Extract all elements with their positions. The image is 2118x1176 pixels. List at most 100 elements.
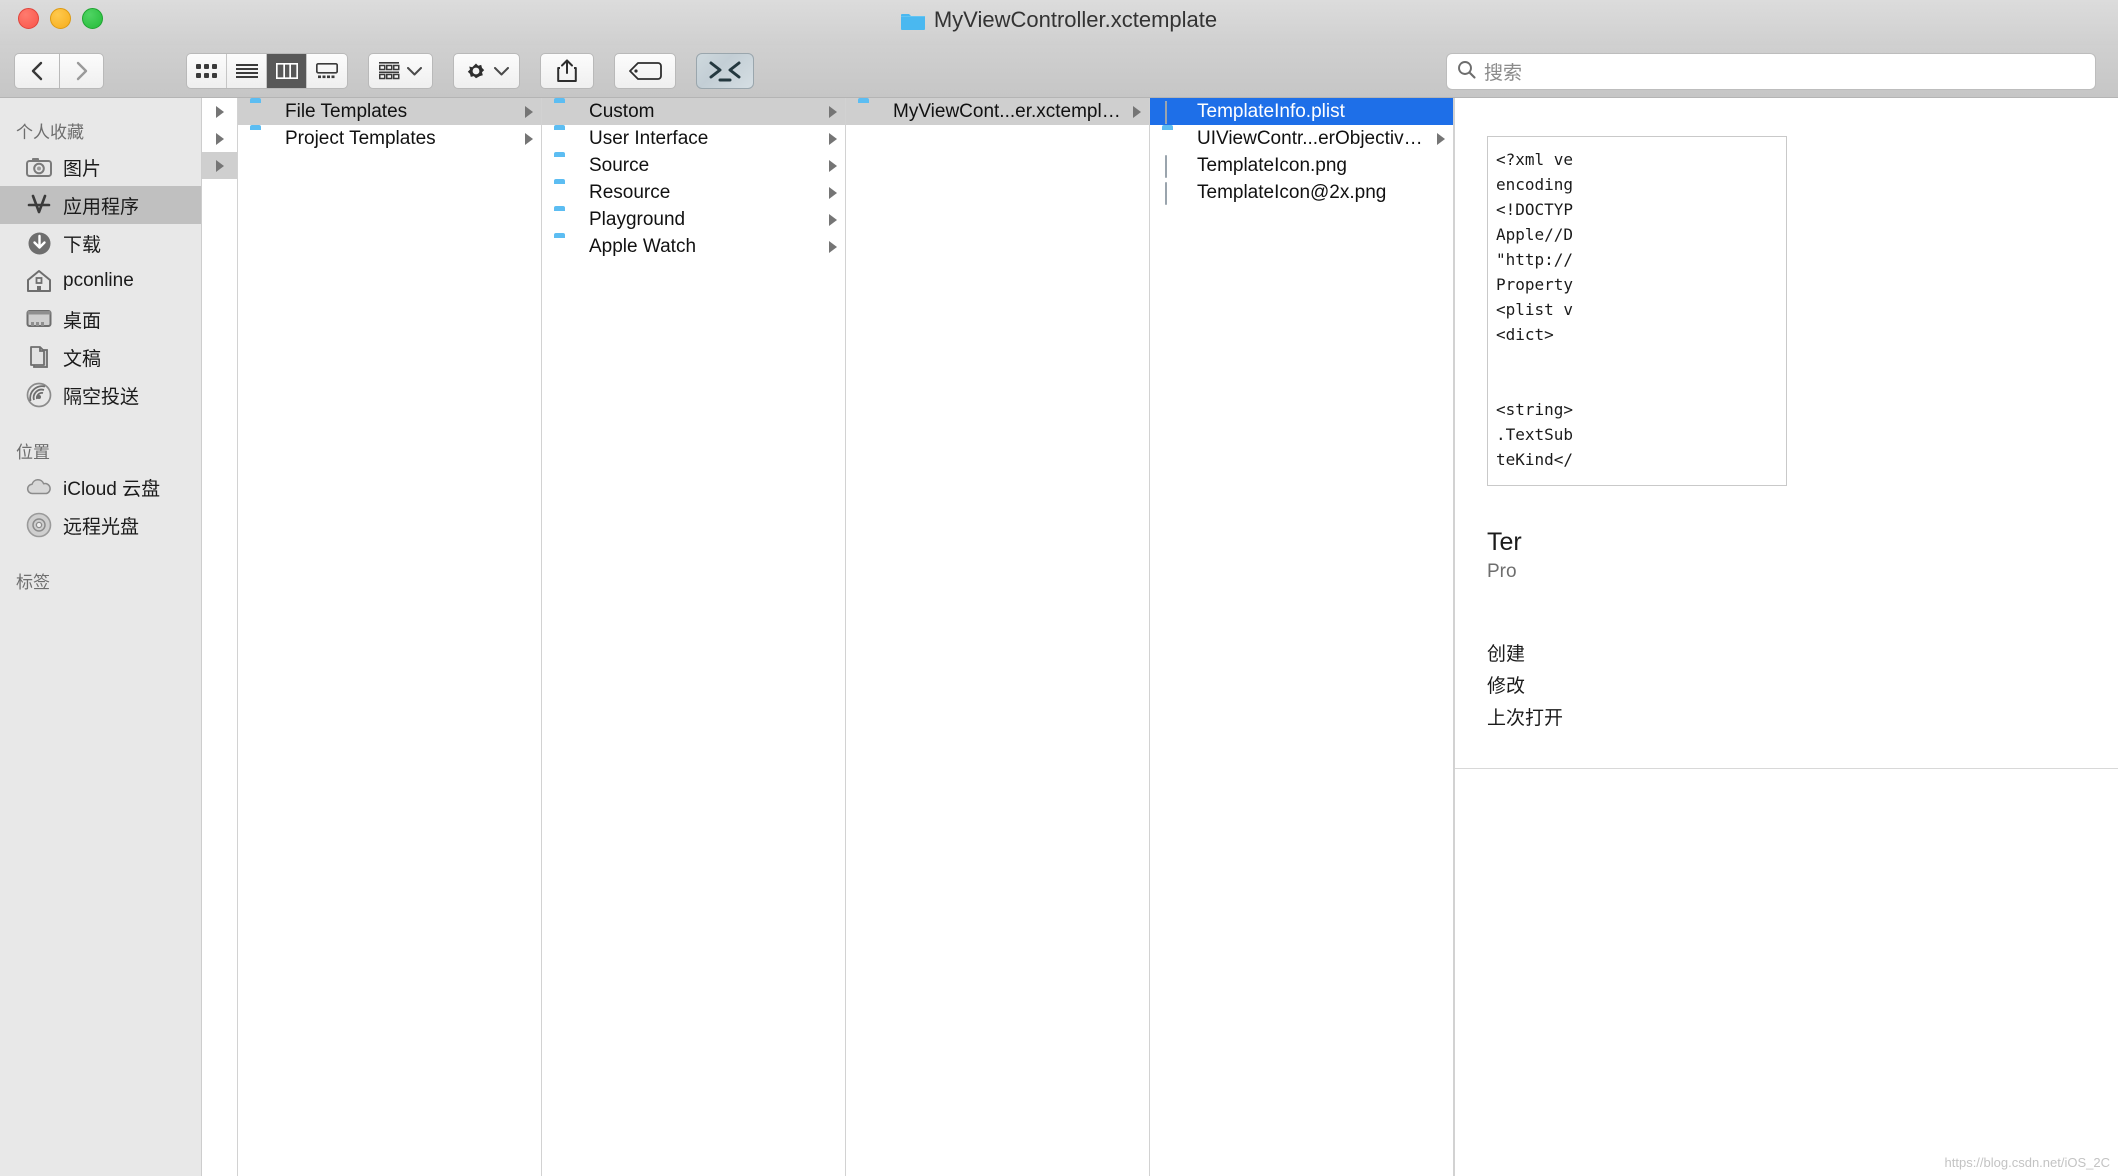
column-row[interactable]: TemplateIcon.png	[1150, 152, 1453, 179]
camera-icon	[26, 154, 52, 180]
action-menu-button[interactable]	[453, 53, 520, 89]
disclosure-arrow-icon	[216, 106, 224, 118]
column-row[interactable]: Playground	[542, 206, 845, 233]
window-title-text: MyViewController.xctemplate	[934, 7, 1217, 33]
sidebar-item-desktop[interactable]: 桌面	[0, 300, 201, 338]
sidebar-item-icloud[interactable]: iCloud 云盘	[0, 468, 201, 506]
disclosure-arrow-icon	[1437, 133, 1445, 145]
back-button[interactable]	[14, 53, 59, 89]
column-row-label: TemplateIcon@2x.png	[1197, 182, 1445, 204]
view-mode-segmented-control	[186, 53, 348, 89]
folder-icon	[250, 102, 275, 122]
column-row-label: Project Templates	[285, 128, 515, 150]
folder-icon	[554, 210, 579, 230]
sidebar-item-label: 下载	[63, 230, 101, 257]
sidebar-item-home[interactable]: pconline	[0, 262, 201, 300]
folder-icon	[554, 156, 579, 176]
column-row-label: Playground	[589, 209, 819, 231]
column-template-contents[interactable]: TemplateInfo.plist UIViewContr...erObjec…	[1150, 98, 1454, 1176]
column-row-label: Resource	[589, 182, 819, 204]
sidebar-item-remote-disc[interactable]: 远程光盘	[0, 506, 201, 544]
preview-meta-last-opened: 上次打开	[1487, 703, 2118, 735]
sidebar-item-label: 应用程序	[63, 192, 139, 219]
sidebar-item-downloads[interactable]: 下载	[0, 224, 201, 262]
desktop-icon	[26, 306, 52, 332]
list-view-button[interactable]	[227, 54, 267, 88]
disclosure-arrow-icon	[829, 241, 837, 253]
column-partial-previous[interactable]	[202, 98, 238, 1176]
disclosure-arrow-icon	[829, 133, 837, 145]
window-body: 个人收藏 图片	[0, 98, 2118, 1176]
column-row[interactable]: TemplateIcon@2x.png	[1150, 179, 1453, 206]
png-icon	[1162, 156, 1187, 176]
column-row[interactable]: User Interface	[542, 125, 845, 152]
sidebar-item-label: 远程光盘	[63, 512, 139, 539]
column-row[interactable]: Project Templates	[238, 125, 541, 152]
folder-icon	[1162, 129, 1187, 149]
preview-meta-modified: 修改	[1487, 671, 2118, 703]
folder-icon	[554, 102, 579, 122]
tag-button[interactable]	[614, 53, 676, 89]
documents-icon	[26, 344, 52, 370]
search-placeholder: 搜索	[1484, 58, 1522, 85]
forward-button[interactable]	[59, 53, 104, 89]
column-row-label: Apple Watch	[589, 236, 819, 258]
sidebar-item-documents[interactable]: 文稿	[0, 338, 201, 376]
disclosure-arrow-icon	[829, 187, 837, 199]
column-row[interactable]: Apple Watch	[542, 233, 845, 260]
downloads-icon	[26, 230, 52, 256]
column-categories[interactable]: Custom User Interface Source Resource	[542, 98, 846, 1176]
disc-icon	[26, 512, 52, 538]
disclosure-arrow-icon	[216, 133, 224, 145]
sidebar-spacer	[0, 414, 201, 432]
folder-icon	[554, 129, 579, 149]
disclosure-arrow-icon	[1133, 106, 1141, 118]
share-button[interactable]	[540, 53, 594, 89]
window-title-group: MyViewController.xctemplate	[0, 7, 2118, 33]
disclosure-arrow-icon	[525, 133, 533, 145]
preview-file-subtitle: Pro	[1487, 561, 2118, 583]
disclosure-arrow-icon	[525, 106, 533, 118]
column-row[interactable]: TemplateInfo.plist	[1150, 98, 1453, 125]
gallery-view-button[interactable]	[307, 54, 347, 88]
sidebar-section-favorites-header: 个人收藏	[0, 112, 201, 148]
column-browser: File Templates Project Templates Custom	[202, 98, 2118, 1176]
stub-row[interactable]	[202, 125, 237, 152]
group-by-button[interactable]	[368, 53, 433, 89]
column-row[interactable]: UIViewContr...erObjective-C	[1150, 125, 1453, 152]
disclosure-arrow-icon	[216, 160, 224, 172]
disclosure-arrow-icon	[829, 160, 837, 172]
icon-view-button[interactable]	[187, 54, 227, 88]
sidebar-item-airdrop[interactable]: 隔空投送	[0, 376, 201, 414]
preview-metadata: Ter Pro 创建 修改 上次打开	[1455, 528, 2118, 735]
sidebar-item-label: 桌面	[63, 306, 101, 333]
sidebar-item-applications[interactable]: 应用程序	[0, 186, 201, 224]
stub-row[interactable]	[202, 98, 237, 125]
sidebar-item-pictures[interactable]: 图片	[0, 148, 201, 186]
column-row[interactable]: Custom	[542, 98, 845, 125]
folder-icon	[858, 102, 883, 122]
folder-icon	[554, 237, 579, 257]
disclosure-arrow-icon	[829, 214, 837, 226]
search-field[interactable]: 搜索	[1446, 53, 2096, 90]
column-template-folder[interactable]: MyViewCont...er.xctemplate	[846, 98, 1150, 1176]
column-templates[interactable]: File Templates Project Templates	[238, 98, 542, 1176]
applications-icon	[26, 192, 52, 218]
preview-meta-rows: 创建 修改 上次打开	[1487, 639, 2118, 735]
terminal-button[interactable]	[696, 53, 754, 89]
png-icon	[1162, 183, 1187, 203]
finder-window: MyViewController.xctemplate	[0, 0, 2118, 1176]
title-bar: MyViewController.xctemplate	[0, 0, 2118, 45]
sidebar-item-label: pconline	[63, 270, 134, 292]
column-row-label: TemplateIcon.png	[1197, 155, 1445, 177]
preview-pane: <?xml ve encoding <!DOCTYP Apple//D "htt…	[1454, 98, 2118, 1176]
column-row[interactable]: MyViewCont...er.xctemplate	[846, 98, 1149, 125]
stub-row[interactable]	[202, 152, 237, 179]
column-row[interactable]: Source	[542, 152, 845, 179]
column-row[interactable]: File Templates	[238, 98, 541, 125]
column-row[interactable]: Resource	[542, 179, 845, 206]
column-row-label: Custom	[589, 101, 819, 123]
folder-icon	[250, 129, 275, 149]
sidebar: 个人收藏 图片	[0, 98, 202, 1176]
column-view-button[interactable]	[267, 54, 307, 88]
